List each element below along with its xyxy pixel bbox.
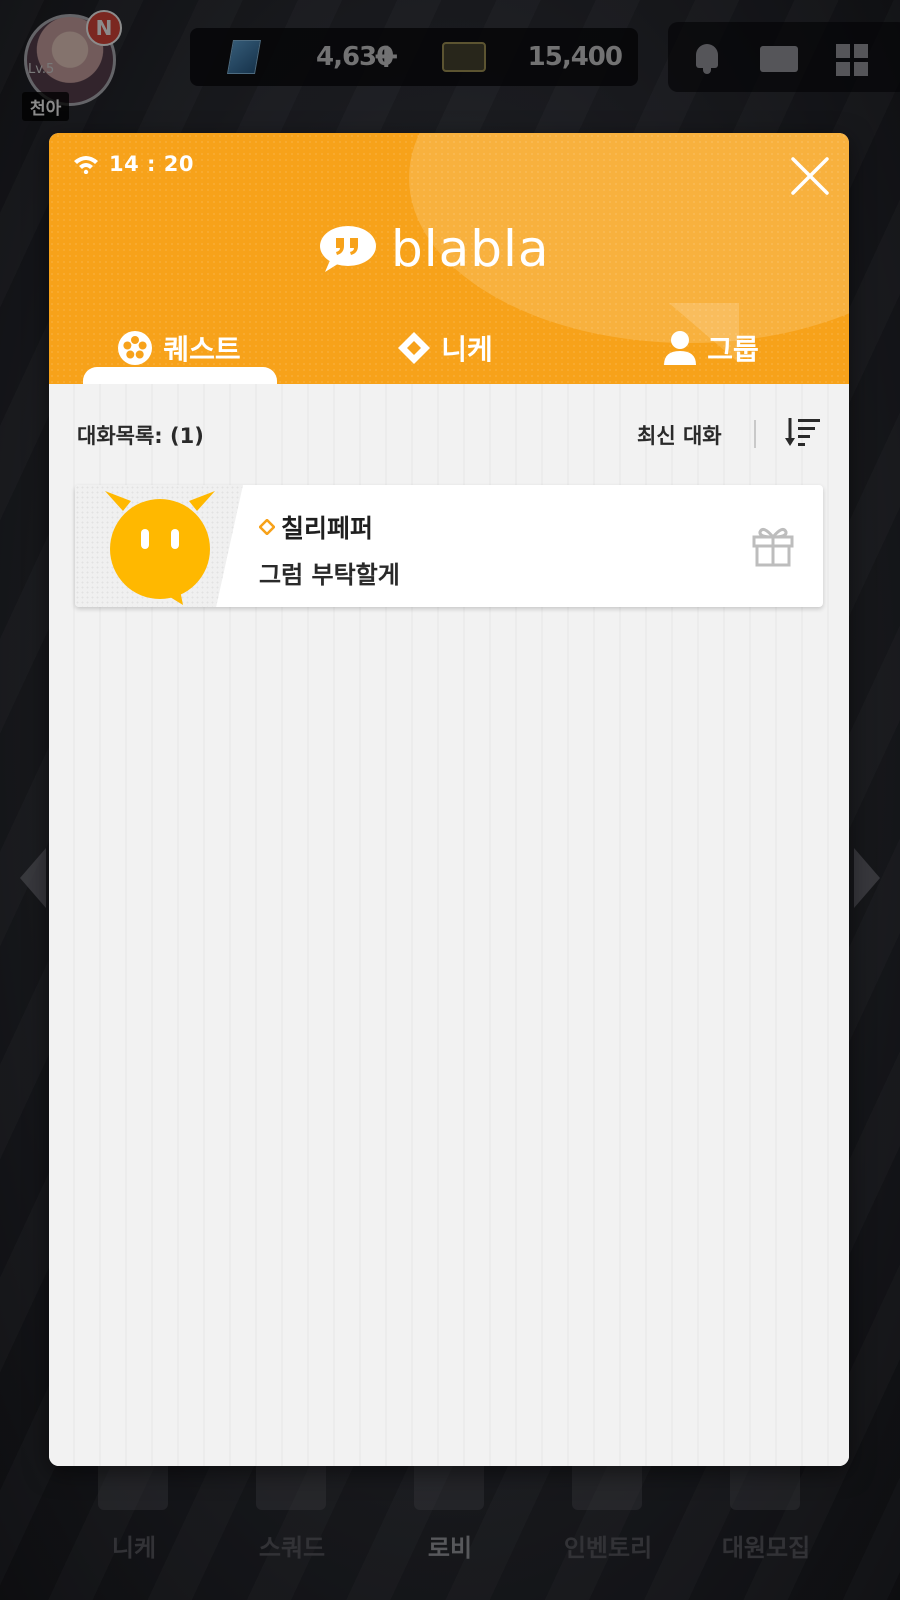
wifi-icon <box>73 154 99 174</box>
chat-name-row: 칠리페퍼 <box>258 509 374 545</box>
chat-list-count: 대화목록: (1) <box>77 424 204 448</box>
chili-pepper-avatar-icon <box>97 489 223 607</box>
blabla-logo: blabla <box>319 221 550 277</box>
status-time: 14 : 20 <box>109 152 194 176</box>
chat-last-message: 그럼 부탁할게 <box>259 561 400 589</box>
sort-dropdown[interactable]: 최신 대화 <box>637 420 722 450</box>
chat-contact-name: 칠리페퍼 <box>281 514 374 543</box>
gift-icon[interactable] <box>751 523 795 567</box>
quest-icon <box>117 330 153 366</box>
tab-nikke[interactable]: 니케 <box>345 311 545 384</box>
tab-group[interactable]: 그룹 <box>611 311 811 384</box>
logo-text: blabla <box>391 220 550 278</box>
modal-header: 14 : 20 blabla 퀘스트 니케 그룹 <box>49 133 849 384</box>
sort-order-icon[interactable] <box>785 416 821 448</box>
tab-quest-label: 퀘스트 <box>163 332 241 366</box>
chat-list-item[interactable]: 칠리페퍼 그럼 부탁할게 <box>75 485 823 607</box>
chat-list-panel: 대화목록: (1) 최신 대화 칠리페퍼 그럼 부탁할게 <box>49 384 849 1466</box>
person-icon <box>663 330 697 366</box>
diamond-icon <box>397 331 431 365</box>
close-icon <box>791 157 829 195</box>
speech-bubble-icon <box>319 224 377 274</box>
status-row: 14 : 20 <box>73 149 194 179</box>
blabla-modal: 14 : 20 blabla 퀘스트 니케 그룹 대화목록: (1) 최신 대화… <box>49 133 849 1466</box>
active-tab-indicator <box>83 367 277 384</box>
tab-nikke-label: 니케 <box>441 332 493 366</box>
nikke-diamond-icon <box>258 518 276 536</box>
close-button[interactable] <box>787 153 833 199</box>
sort-divider <box>754 420 756 448</box>
tab-group-label: 그룹 <box>707 332 759 366</box>
